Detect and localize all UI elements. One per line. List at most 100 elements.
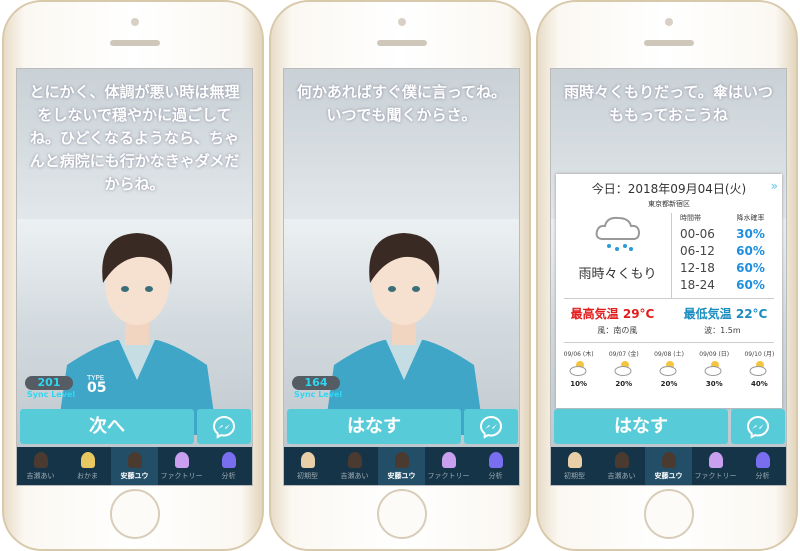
messenger-button[interactable] <box>197 409 251 444</box>
high-temp: 最高気温 29°C <box>570 307 655 321</box>
sync-level-value: 201 <box>25 376 73 390</box>
nav-item-label: 吉瀬あい <box>607 471 636 480</box>
chevron-right-icon[interactable]: » <box>771 179 778 193</box>
nav-item[interactable]: 分析 <box>205 447 252 485</box>
nav-item[interactable]: 分析 <box>472 447 519 485</box>
messenger-icon <box>746 415 770 439</box>
factory-icon <box>708 451 723 468</box>
character-avatar-icon <box>347 451 362 468</box>
network-icon <box>755 451 770 468</box>
character-message: 雨時々くもりだって。傘はいつももっておこうね <box>564 83 773 124</box>
home-button[interactable] <box>644 489 694 539</box>
camera <box>131 18 139 26</box>
sun-cloud-icon <box>614 361 632 376</box>
weather-card: 今日：2018年09月04日(火) » 東京都新宿区 雨時々くもり 時間帯 降水確… <box>556 174 782 408</box>
nav-item-label: 初期型 <box>564 471 585 480</box>
bottom-nav: 初期型 吉瀬あい 安藤ユウ ファクトリー 分析 <box>284 447 519 485</box>
messenger-button[interactable] <box>731 409 785 444</box>
forecast-day: 09/10 (月) 40% <box>744 351 775 388</box>
phone-frame: とにかく、体調が悪い時は無理をしないで穏やかに過ごしてね。ひどくなるようなら、ち… <box>2 0 264 551</box>
home-button[interactable] <box>377 489 427 539</box>
nav-item[interactable]: 吉瀬あい <box>331 447 378 485</box>
camera <box>665 18 673 26</box>
bottom-nav: 初期型 吉瀬あい 安藤ユウ ファクトリー 分析 <box>551 447 786 485</box>
rain-cloud-icon <box>595 216 640 251</box>
talk-button[interactable]: はなす <box>287 409 461 444</box>
type-badge: TYPE 05 <box>87 374 107 396</box>
period-row: 00-06 30% <box>680 227 765 241</box>
forecast-day: 09/06 (木) 10% <box>563 351 594 388</box>
weather-date: 今日：2018年09月04日(火) <box>591 182 747 196</box>
nav-item[interactable]: 安藤ユウ <box>645 447 692 485</box>
nav-item[interactable]: 安藤ユウ <box>111 447 158 485</box>
low-temp: 最低気温 22°C <box>683 307 768 321</box>
character-avatar-icon <box>394 451 409 468</box>
nav-item[interactable]: 初期型 <box>551 447 598 485</box>
wind: 風：南の風 <box>597 326 638 335</box>
character-illustration <box>57 233 217 435</box>
character-illustration <box>324 233 484 435</box>
forecast-day: 09/09 (日) 30% <box>699 351 730 388</box>
sun-cloud-icon <box>659 361 677 376</box>
nav-item-label: 分析 <box>755 471 770 480</box>
character-avatar-icon <box>661 451 676 468</box>
sync-level-label: Sync Level <box>294 390 343 399</box>
nav-item[interactable]: おかま <box>64 447 111 485</box>
nav-item[interactable]: 吉瀬あい <box>17 447 64 485</box>
weather-location: 東京都新宿区 <box>648 200 690 208</box>
character-avatar-icon <box>127 451 142 468</box>
nav-item-label: 分析 <box>221 471 236 480</box>
talk-button[interactable]: はなす <box>554 409 728 444</box>
character-avatar-icon <box>614 451 629 468</box>
nav-item-label: 安藤ユウ <box>654 471 683 480</box>
nav-item-label: 吉瀬あい <box>340 471 369 480</box>
factory-icon <box>441 451 456 468</box>
app-screen: 何かあればすぐ僕に言ってね。いつでも聞くからさ。 164 Sync Level はな… <box>283 68 520 486</box>
phone-frame: 何かあればすぐ僕に言ってね。いつでも聞くからさ。 164 Sync Level はな… <box>269 0 531 551</box>
sun-cloud-icon <box>749 361 767 376</box>
forecast-day: 09/07 (金) 20% <box>608 351 639 388</box>
period-row: 06-12 60% <box>680 244 765 258</box>
home-button[interactable] <box>110 489 160 539</box>
nav-item-label: ファクトリー <box>427 471 470 480</box>
phone-frame: 雨時々くもりだって。傘はいつももっておこうね 今日：2018年09月04日(火)… <box>536 0 798 551</box>
nav-item-label: ファクトリー <box>694 471 737 480</box>
network-icon <box>221 451 236 468</box>
factory-icon <box>174 451 189 468</box>
camera <box>398 18 406 26</box>
nav-item[interactable]: ファクトリー <box>158 447 205 485</box>
nav-item-label: 分析 <box>488 471 503 480</box>
messenger-icon <box>479 415 503 439</box>
character-avatar-icon <box>33 451 48 468</box>
sun-cloud-icon <box>569 361 587 376</box>
nav-item[interactable]: 分析 <box>739 447 786 485</box>
nav-item-label: 吉瀬あい <box>26 471 55 480</box>
speaker <box>644 40 694 46</box>
nav-item-label: おかま <box>77 471 98 480</box>
nav-item[interactable]: ファクトリー <box>692 447 739 485</box>
nav-item-label: 初期型 <box>297 471 318 480</box>
forecast-day: 09/08 (土) 20% <box>654 351 684 388</box>
period-row: 18-24 60% <box>680 278 765 292</box>
bottom-nav: 吉瀬あい おかま 安藤ユウ ファクトリー 分析 <box>17 447 252 485</box>
nav-item-label: ファクトリー <box>160 471 203 480</box>
app-screen: 雨時々くもりだって。傘はいつももっておこうね 今日：2018年09月04日(火)… <box>550 68 787 486</box>
nav-item[interactable]: 安藤ユウ <box>378 447 425 485</box>
weather-condition: 雨時々くもり <box>578 267 657 282</box>
character-message: 何かあればすぐ僕に言ってね。いつでも聞くからさ。 <box>296 83 507 124</box>
nav-item[interactable]: 吉瀬あい <box>598 447 645 485</box>
app-screen: とにかく、体調が悪い時は無理をしないで穏やかに過ごしてね。ひどくなるようなら、ち… <box>16 68 253 486</box>
speaker <box>377 40 427 46</box>
nav-item[interactable]: ファクトリー <box>425 447 472 485</box>
wave: 波：1.5m <box>704 326 741 335</box>
messenger-button[interactable] <box>464 409 518 444</box>
next-button[interactable]: 次へ <box>20 409 194 444</box>
messenger-icon <box>212 415 236 439</box>
nav-item[interactable]: 初期型 <box>284 447 331 485</box>
nav-item-label: 安藤ユウ <box>387 471 416 480</box>
sun-cloud-icon <box>704 361 722 376</box>
speaker <box>110 40 160 46</box>
sync-level-label: Sync Level <box>27 390 76 399</box>
character-message: とにかく、体調が悪い時は無理をしないで穏やかに過ごしてね。ひどくなるようなら、ち… <box>29 83 240 193</box>
network-icon <box>488 451 503 468</box>
